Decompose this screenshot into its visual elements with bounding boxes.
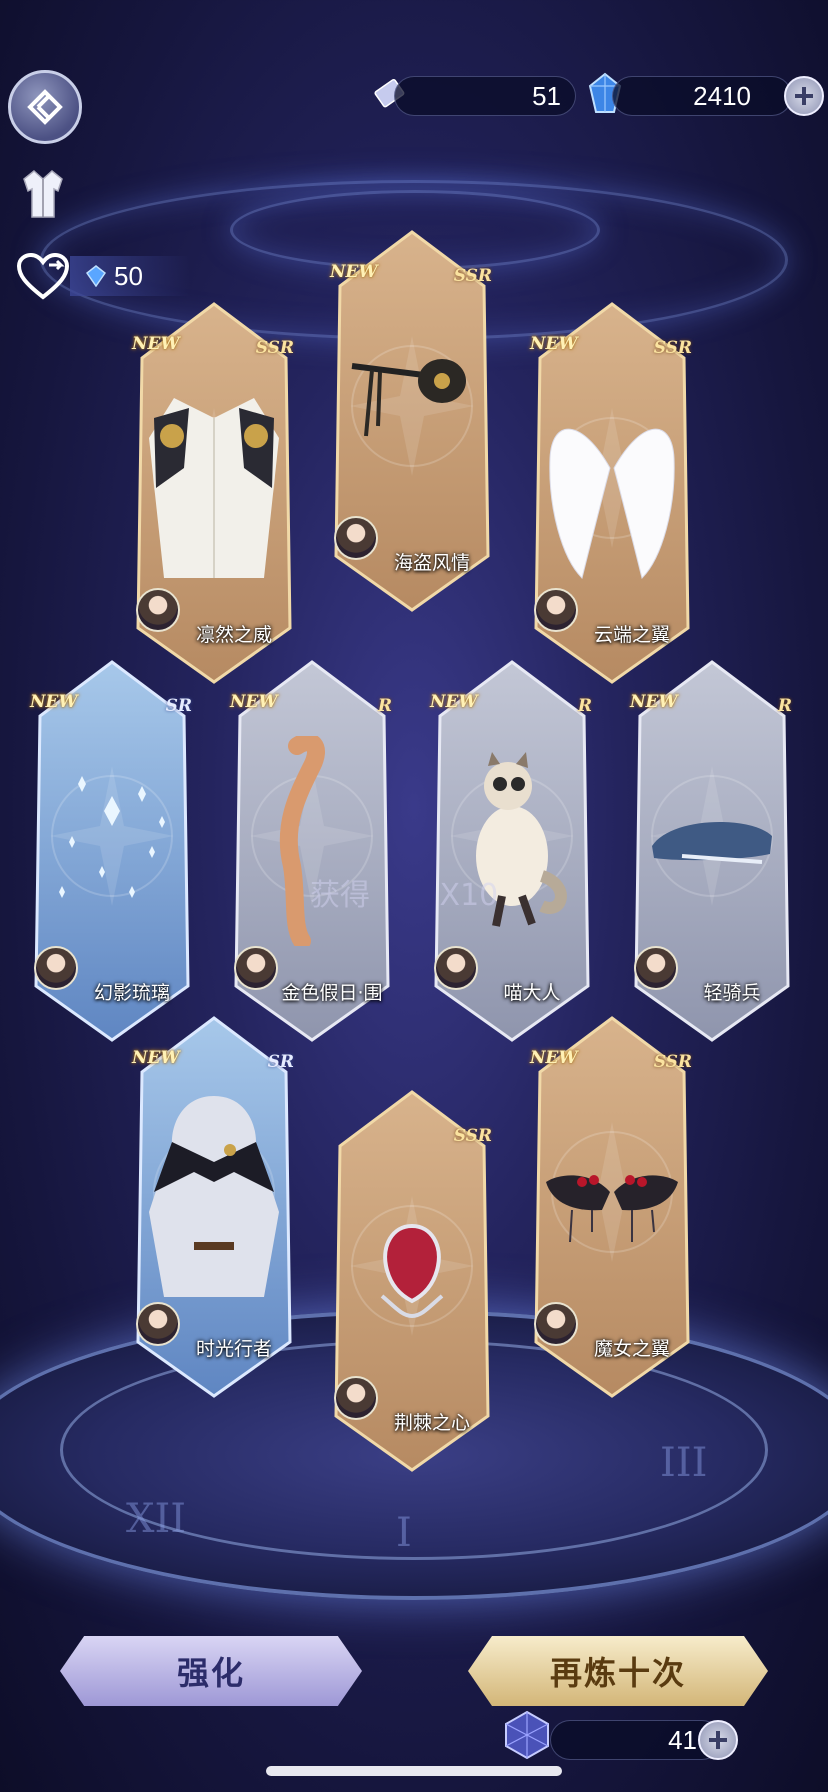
plus-icon [709, 1731, 727, 1749]
rarity-label: SSR [255, 338, 294, 358]
item-name: 荆棘之心 [393, 1412, 470, 1434]
item-name: 海盗风情 [393, 552, 470, 574]
new-badge: NEW [230, 692, 278, 712]
reward-card[interactable]: NEW SR 幻影琉璃 [24, 656, 200, 1046]
plus-icon [795, 87, 813, 105]
rarity-label: SSR [653, 338, 692, 358]
item-artwork [242, 733, 382, 950]
back-button[interactable] [8, 70, 82, 144]
clock-numeral: XII [126, 1496, 187, 1542]
home-indicator [266, 1766, 562, 1776]
clock-numeral: III [660, 1440, 708, 1486]
new-badge: NEW [530, 1048, 578, 1068]
reward-card[interactable]: NEW SSR 魔女之翼 [524, 1012, 700, 1402]
item-artwork [642, 736, 782, 946]
item-artwork [542, 378, 682, 588]
item-artwork [144, 1092, 284, 1302]
reward-card[interactable]: NEW R 轻骑兵 [624, 656, 800, 1046]
item-artwork [342, 1166, 482, 1376]
outfit-icon [23, 170, 63, 218]
item-name: 金色假日·围 [281, 982, 383, 1004]
clock-numeral: I [396, 1510, 412, 1556]
reward-card[interactable]: NEW SSR 云端之翼 [524, 298, 700, 688]
ticket-count: 51 [532, 80, 561, 111]
new-badge: NEW [530, 334, 578, 354]
heart-exchange-button[interactable] [14, 250, 72, 302]
reward-card[interactable]: NEW R 喵大人 [424, 656, 600, 1046]
diamond-icon [86, 265, 106, 287]
add-crystal-button[interactable] [698, 1720, 738, 1760]
rarity-label: SSR [653, 1052, 692, 1072]
item-artwork [542, 1092, 682, 1302]
rarity-label: SSR [453, 266, 492, 286]
rarity-label: R [377, 696, 392, 716]
refine-ten-button[interactable]: 再炼十次 [468, 1636, 768, 1706]
enhance-button-label: 强化 [176, 1654, 245, 1692]
reward-card[interactable]: SSR 荆棘之心 [324, 1086, 500, 1476]
heart-exchange-icon [16, 252, 70, 300]
reward-card[interactable]: NEW R 金色假日·围 [224, 656, 400, 1046]
rarity-label: SR [165, 696, 192, 716]
obtain-watermark: 获得 X10 [310, 870, 498, 914]
item-name: 凛然之威 [195, 624, 272, 646]
affinity-display: 50 [70, 256, 190, 296]
item-name: 魔女之翼 [593, 1338, 670, 1360]
new-badge: NEW [630, 692, 678, 712]
obtain-count: X10 [439, 878, 499, 913]
item-name: 喵大人 [503, 982, 561, 1004]
refine-ten-button-label: 再炼十次 [549, 1654, 686, 1692]
new-badge: NEW [330, 262, 378, 282]
item-artwork [144, 378, 284, 588]
diamond-count: 2410 [693, 80, 751, 111]
obtain-text: 获得 [310, 878, 370, 913]
item-name: 时光行者 [195, 1338, 272, 1360]
new-badge: NEW [132, 334, 180, 354]
new-badge: NEW [30, 692, 78, 712]
rarity-label: SSR [453, 1126, 492, 1146]
enhance-button[interactable]: 强化 [60, 1636, 362, 1706]
item-artwork [442, 736, 582, 946]
rarity-label: R [577, 696, 592, 716]
item-name: 轻骑兵 [703, 982, 761, 1004]
rarity-label: R [777, 696, 792, 716]
item-name: 幻影琉璃 [93, 982, 170, 1004]
new-badge: NEW [430, 692, 478, 712]
item-name: 云端之翼 [593, 624, 670, 646]
reward-card[interactable]: NEW SSR 海盗风情 [324, 226, 500, 616]
refine-cost: 41 [668, 1724, 697, 1755]
item-artwork [342, 306, 482, 516]
rarity-label: SR [267, 1052, 294, 1072]
reward-card[interactable]: NEW SSR 凛然之威 [126, 298, 302, 688]
reward-card[interactable]: NEW SR 时光行者 [126, 1012, 302, 1402]
add-diamonds-button[interactable] [784, 76, 824, 116]
crystal-cube-icon [500, 1708, 554, 1762]
ticket-counter: 51 [394, 76, 576, 116]
outfit-button[interactable] [18, 166, 68, 222]
refine-cost-counter: 41 [550, 1720, 722, 1760]
back-icon [27, 89, 63, 125]
diamond-counter: 2410 [612, 76, 792, 116]
item-artwork [42, 736, 182, 946]
new-badge: NEW [132, 1048, 180, 1068]
affinity-value: 50 [114, 260, 143, 291]
